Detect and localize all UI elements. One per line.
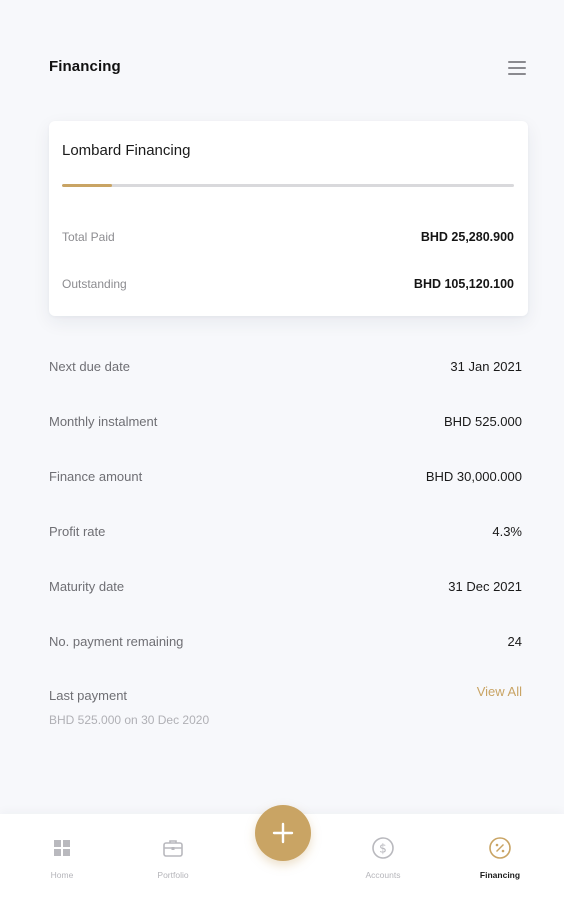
detail-row-next-due-date: Next due date 31 Jan 2021 xyxy=(49,355,522,377)
nav-label: Financing xyxy=(479,870,521,880)
detail-row-monthly-instalment: Monthly instalment BHD 525.000 xyxy=(49,410,522,432)
detail-value: 31 Jan 2021 xyxy=(450,358,522,374)
plus-icon xyxy=(272,822,294,844)
nav-item-home[interactable]: Home xyxy=(22,836,102,886)
nav-label: Home xyxy=(50,870,74,880)
nav-item-financing[interactable]: Financing xyxy=(460,836,540,886)
grid-icon xyxy=(50,836,74,860)
detail-label: Maturity date xyxy=(49,578,125,594)
detail-label: No. payment remaining xyxy=(49,633,184,649)
detail-label: Profit rate xyxy=(49,523,106,539)
nav-label: Accounts xyxy=(365,870,401,880)
total-paid-value: BHD 25,280.900 xyxy=(420,230,514,244)
detail-row-profit-rate: Profit rate 4.3% xyxy=(49,520,522,542)
nav-item-portfolio[interactable]: Portfolio xyxy=(133,836,213,886)
detail-row-finance-amount: Finance amount BHD 30,000.000 xyxy=(49,465,522,487)
detail-value: 24 xyxy=(507,633,522,649)
detail-row-payments-remaining: No. payment remaining 24 xyxy=(49,630,522,652)
add-button[interactable] xyxy=(255,805,311,861)
repayment-progress-bar xyxy=(62,184,514,187)
detail-label: Finance amount xyxy=(49,468,143,484)
last-payment-detail: BHD 525.000 on 30 Dec 2020 xyxy=(49,713,210,727)
header: Financing xyxy=(0,0,564,120)
card-title: Lombard Financing xyxy=(62,142,191,159)
detail-label: Monthly instalment xyxy=(49,413,158,429)
nav-item-accounts[interactable]: $ Accounts xyxy=(343,836,423,886)
detail-value: 4.3% xyxy=(492,523,522,539)
detail-value: BHD 30,000.000 xyxy=(425,468,522,484)
menu-button[interactable] xyxy=(505,58,529,78)
percent-circle-icon xyxy=(488,836,512,860)
hamburger-menu-icon xyxy=(508,61,526,75)
svg-text:$: $ xyxy=(379,842,387,856)
detail-value: BHD 525.000 xyxy=(443,413,522,429)
repayment-progress-fill xyxy=(62,184,112,187)
page-title: Financing xyxy=(49,58,121,75)
outstanding-row: Outstanding BHD 105,120.100 xyxy=(62,274,514,294)
dollar-circle-icon: $ xyxy=(371,836,395,860)
total-paid-row: Total Paid BHD 25,280.900 xyxy=(62,227,514,247)
outstanding-label: Outstanding xyxy=(62,277,127,291)
detail-label: Next due date xyxy=(49,358,130,374)
view-all-link[interactable]: View All xyxy=(477,684,522,699)
detail-value: 31 Dec 2021 xyxy=(448,578,522,594)
briefcase-icon xyxy=(161,836,185,860)
total-paid-label: Total Paid xyxy=(62,230,115,244)
detail-row-maturity-date: Maturity date 31 Dec 2021 xyxy=(49,575,522,597)
last-payment-label: Last payment xyxy=(49,688,128,703)
outstanding-value: BHD 105,120.100 xyxy=(413,277,514,291)
nav-label: Portfolio xyxy=(157,870,189,880)
